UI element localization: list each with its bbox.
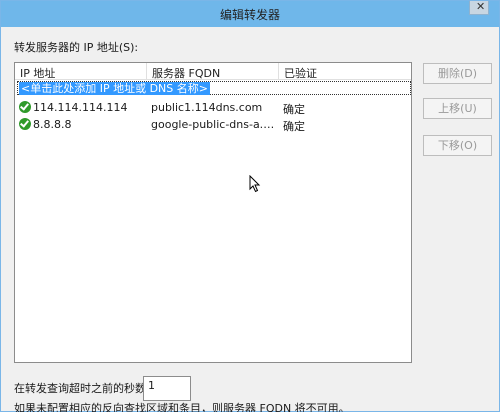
window-title: 编辑转发器 — [219, 8, 280, 22]
fqdn-note: 如果未配置相应的反向查找区域和条目，则服务器 FQDN 将不可用。 — [14, 402, 350, 412]
column-header-verified[interactable]: 已验证 — [279, 63, 411, 80]
row-fqdn: google-public-dns-a.go... — [151, 118, 277, 131]
delete-button[interactable]: 删除(D) — [423, 63, 492, 84]
column-header-ip[interactable]: IP 地址 — [15, 63, 147, 80]
add-entry-placeholder[interactable]: <单击此处添加 IP 地址或 DNS 名称> — [19, 82, 210, 95]
check-icon — [19, 118, 31, 130]
close-icon: ✕ — [476, 0, 486, 13]
add-entry-row[interactable]: <单击此处添加 IP 地址或 DNS 名称> — [17, 81, 411, 95]
row-ip: 114.114.114.114 — [33, 101, 128, 114]
row-ip: 8.8.8.8 — [33, 118, 72, 131]
timeout-label: 在转发查询超时之前的秒数: — [14, 382, 150, 395]
forwarder-ip-label: 转发服务器的 IP 地址(S): — [14, 41, 139, 54]
check-icon — [19, 101, 31, 113]
row-fqdn: public1.114dns.com — [151, 101, 263, 114]
title-bar[interactable]: 编辑转发器 ✕ — [1, 0, 499, 27]
edit-forwarders-dialog: 编辑转发器 ✕ 转发服务器的 IP 地址(S): IP 地址 服务器 FQDN … — [0, 0, 500, 412]
close-button[interactable]: ✕ — [469, 0, 489, 15]
row-verified: 确定 — [283, 120, 305, 133]
forwarder-list[interactable]: IP 地址 服务器 FQDN 已验证 <单击此处添加 IP 地址或 DNS 名称… — [14, 62, 412, 363]
table-row[interactable]: 114.114.114.114 public1.114dns.com 确定 — [17, 99, 411, 116]
row-verified: 确定 — [283, 103, 305, 116]
table-row[interactable]: 8.8.8.8 google-public-dns-a.go... 确定 — [17, 116, 411, 133]
move-up-button[interactable]: 上移(U) — [423, 98, 492, 119]
timeout-input[interactable]: 1 — [143, 376, 191, 401]
mouse-cursor-icon — [249, 175, 261, 193]
column-header-fqdn[interactable]: 服务器 FQDN — [147, 63, 279, 80]
move-down-button[interactable]: 下移(O) — [423, 135, 492, 156]
